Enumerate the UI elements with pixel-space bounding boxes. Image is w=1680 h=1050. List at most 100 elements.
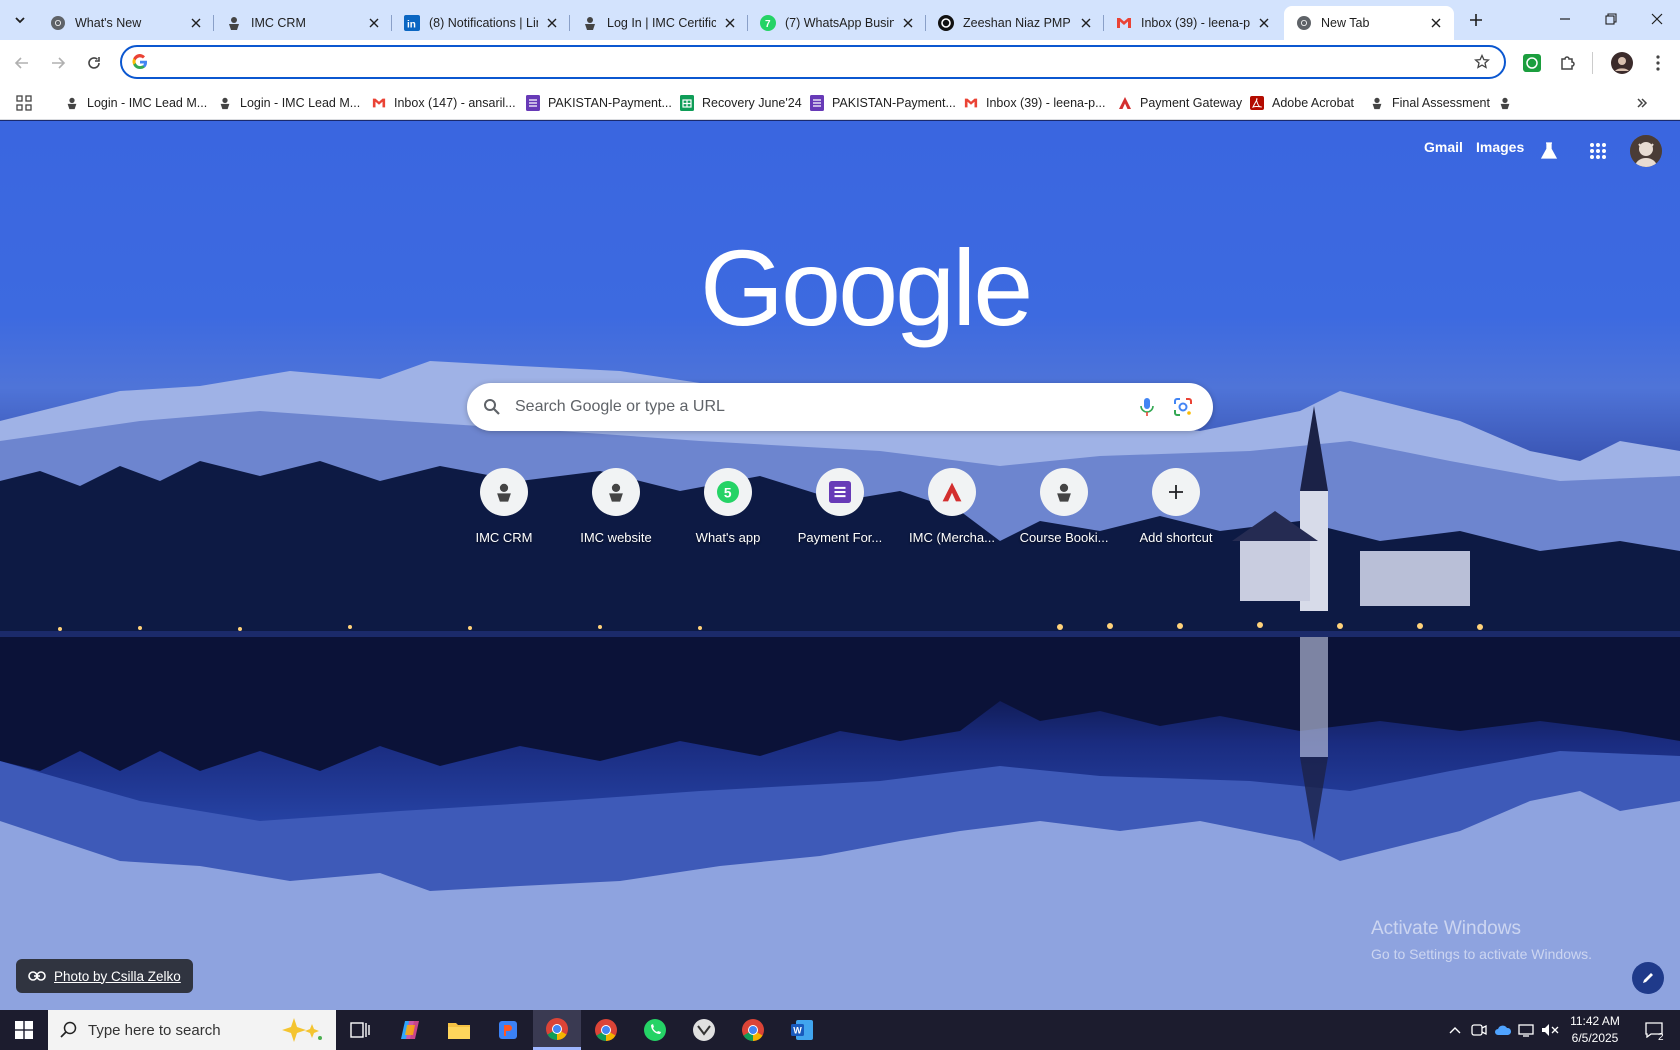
bookmark-item[interactable] [1497, 91, 1520, 115]
copilot-icon [401, 1021, 419, 1039]
task-view-button[interactable] [336, 1010, 384, 1050]
onedrive-button[interactable] [1491, 1010, 1515, 1050]
toolbar [0, 40, 1680, 86]
close-icon [1651, 13, 1663, 25]
customize-chrome-button[interactable] [1632, 962, 1664, 994]
shortcut-tile[interactable]: Course Booki... [1008, 466, 1120, 556]
file-explorer-button[interactable] [435, 1010, 483, 1050]
profile-button[interactable] [1609, 50, 1635, 76]
new-tab-button[interactable] [1464, 8, 1488, 32]
close-icon[interactable] [1078, 15, 1094, 31]
bookmark-item[interactable]: Inbox (39) - leena-p... [963, 91, 1106, 115]
bookmark-item[interactable]: Payment Gateway [1117, 91, 1242, 115]
shortcut-tile[interactable]: IMC website [560, 466, 672, 556]
shortcut-tile[interactable]: 5 What's app [672, 466, 784, 556]
close-icon[interactable] [1428, 15, 1444, 31]
volume-button[interactable] [1538, 1010, 1562, 1050]
taskbar-app-button[interactable] [680, 1010, 728, 1050]
add-shortcut-button[interactable]: Add shortcut [1120, 466, 1232, 556]
chevron-up-icon [1449, 1027, 1461, 1034]
taskbar-app-button[interactable] [484, 1010, 532, 1050]
tab-imc-crm[interactable]: IMC CRM [214, 6, 392, 40]
avatar-icon [1611, 52, 1633, 74]
whatsapp-taskbar-button[interactable] [631, 1010, 679, 1050]
minimize-icon [1560, 18, 1570, 20]
labs-button[interactable] [1531, 133, 1567, 169]
shortcut-label: Course Booki... [1019, 530, 1109, 545]
apps-button[interactable] [16, 91, 32, 115]
bookmark-item[interactable]: Login - IMC Lead M... [64, 91, 207, 115]
bookmark-item[interactable]: Inbox (147) - ansaril... [371, 91, 516, 115]
close-window-button[interactable] [1634, 0, 1680, 38]
start-button[interactable] [0, 1010, 48, 1050]
forms-icon [809, 95, 825, 111]
bookmark-item[interactable]: Recovery June'24 [679, 91, 802, 115]
tab-label: What's New [75, 16, 142, 30]
tray-app-button[interactable] [1467, 1010, 1491, 1050]
google-apps-button[interactable] [1580, 133, 1616, 169]
close-icon[interactable] [544, 15, 560, 31]
account-avatar[interactable] [1630, 135, 1662, 167]
close-icon[interactable] [900, 15, 916, 31]
shortcut-label: What's app [695, 530, 761, 545]
reload-button[interactable] [81, 50, 107, 76]
bookmark-item[interactable]: PAKISTAN-Payment... [809, 91, 956, 115]
word-taskbar-button[interactable]: W [778, 1010, 826, 1050]
threads-icon [938, 15, 954, 31]
microphone-icon [1140, 398, 1154, 416]
close-icon[interactable] [188, 15, 204, 31]
shortcut-tile[interactable]: IMC (Mercha... [896, 466, 1008, 556]
tab-whats-new[interactable]: What's New [38, 6, 214, 40]
forward-button[interactable] [45, 50, 71, 76]
ntp-search-box[interactable] [467, 383, 1213, 431]
tab-new-tab[interactable]: New Tab [1284, 6, 1454, 40]
bookmark-item[interactable]: PAKISTAN-Payment... [525, 91, 672, 115]
ntp-search-input[interactable] [515, 398, 1125, 416]
close-icon[interactable] [722, 15, 738, 31]
system-clock[interactable]: 11:42 AM 6/5/2025 [1560, 1013, 1630, 1047]
omnibox-input[interactable] [156, 48, 1468, 76]
notifications-button[interactable]: 2 [1638, 1010, 1670, 1050]
close-icon[interactable] [366, 15, 382, 31]
copilot-button[interactable] [386, 1010, 434, 1050]
voice-search-button[interactable] [1133, 393, 1161, 421]
lens-search-button[interactable] [1169, 393, 1197, 421]
close-icon[interactable] [1256, 15, 1272, 31]
photo-credit-link[interactable]: Photo by Csilla Zelko [16, 959, 193, 993]
imc-icon [64, 95, 80, 111]
shortcut-tile[interactable]: Payment For... [784, 466, 896, 556]
tab-imc-login[interactable]: Log In | IMC Certific [570, 6, 748, 40]
chrome-profile-taskbar-button[interactable] [582, 1010, 630, 1050]
minimize-button[interactable] [1542, 0, 1588, 38]
tab-linkedin[interactable]: in (8) Notifications | Lin [392, 6, 570, 40]
bookmark-item[interactable]: Login - IMC Lead M... [217, 91, 360, 115]
shortcut-tile[interactable]: IMC CRM [448, 466, 560, 556]
chrome-menu-button[interactable] [1645, 50, 1671, 76]
taskbar-search-box[interactable]: Type here to search [48, 1010, 336, 1050]
chrome-icon [50, 15, 66, 31]
gmail-link[interactable]: Gmail [1424, 139, 1463, 155]
restore-button[interactable] [1588, 0, 1634, 38]
windows-icon [15, 1021, 33, 1039]
images-link[interactable]: Images [1476, 139, 1524, 155]
address-bar[interactable] [120, 45, 1506, 79]
chrome-icon [546, 1017, 568, 1040]
show-hidden-icons-button[interactable] [1443, 1010, 1467, 1050]
tab-search-button[interactable] [8, 8, 32, 32]
bookmark-star-button[interactable] [1468, 48, 1496, 76]
bookmark-item[interactable]: Final Assessment [1369, 91, 1490, 115]
back-button[interactable] [9, 50, 35, 76]
extensions-button[interactable] [1555, 50, 1581, 76]
chrome-taskbar-button[interactable] [533, 1010, 581, 1050]
chrome-profile-taskbar-button[interactable] [729, 1010, 777, 1050]
tab-gmail[interactable]: Inbox (39) - leena-p [1104, 6, 1282, 40]
gmail-icon [963, 95, 979, 111]
bookmark-item[interactable]: Adobe Acrobat [1249, 91, 1354, 115]
meet-icon [1471, 1024, 1487, 1036]
more-bookmarks-button[interactable] [1636, 91, 1648, 115]
imc-icon [217, 95, 233, 111]
tab-whatsapp[interactable]: 7 (7) WhatsApp Busine [748, 6, 926, 40]
tab-threads[interactable]: Zeeshan Niaz PMP F [926, 6, 1104, 40]
network-button[interactable] [1515, 1010, 1539, 1050]
extension-whatsapp-button[interactable] [1519, 50, 1545, 76]
